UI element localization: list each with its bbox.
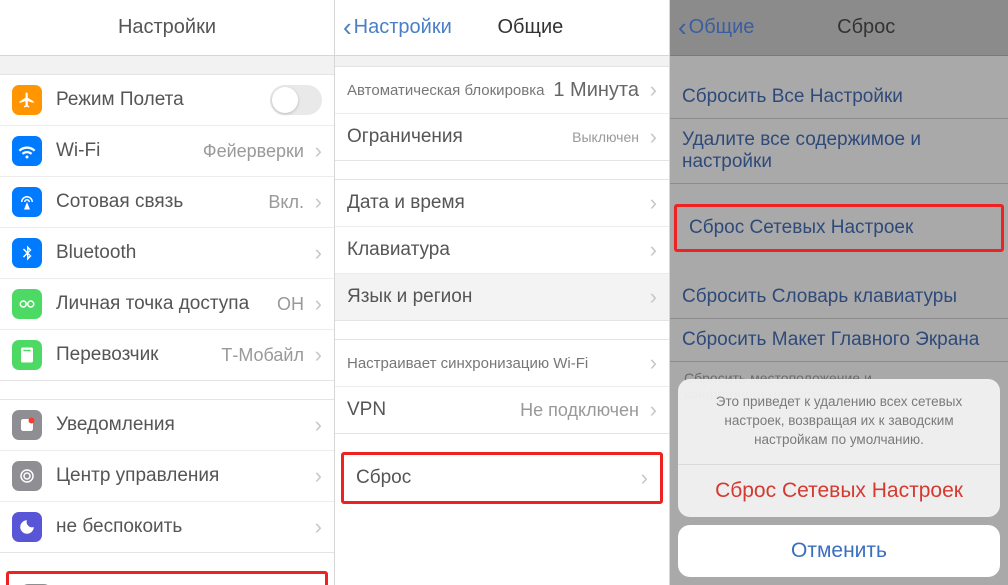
hotspot-label: Личная точка доступа (56, 293, 277, 315)
vpn-label: VPN (347, 399, 520, 421)
sheet-message: Это приведет к удалению всех сетевых нас… (678, 379, 1000, 464)
autolock-label: Автоматическая блокировка (347, 82, 553, 99)
wifisync-label: Настраивает синхронизацию Wi-Fi (347, 355, 643, 372)
hotspot-value: ОН (277, 294, 304, 315)
vpn-value: Не подключен (520, 400, 639, 421)
datetime-label: Дата и время (347, 192, 643, 214)
reset-home-label: Сбросить Макет Главного Экрана (682, 329, 996, 351)
row-reset-home[interactable]: Сбросить Макет Главного Экрана (670, 319, 1008, 362)
airplane-icon (12, 85, 42, 115)
chevron-right-icon: › (643, 350, 657, 376)
cellular-icon (12, 187, 42, 217)
restrictions-label: Ограничения (347, 126, 572, 148)
general-header: ‹Настройки Общие (335, 0, 669, 56)
control-center-label: Центр управления (56, 465, 308, 487)
hotspot-icon (12, 289, 42, 319)
chevron-left-icon: ‹ (343, 12, 352, 43)
action-sheet: Это приведет к удалению всех сетевых нас… (678, 379, 1000, 577)
row-autolock[interactable]: Автоматическая блокировка 1 Минута › (335, 67, 669, 114)
row-hotspot[interactable]: Личная точка доступа ОН › (0, 279, 334, 330)
reset-dict-label: Сбросить Словарь клавиатуры (682, 286, 996, 308)
reset-all-label: Сбросить Все Настройки (682, 86, 996, 108)
chevron-right-icon: › (643, 397, 657, 423)
wifi-value: Фейерверки (203, 141, 304, 162)
chevron-right-icon: › (308, 189, 322, 215)
wifi-icon (12, 136, 42, 166)
row-dnd[interactable]: не беспокоить › (0, 502, 334, 552)
notifications-label: Уведомления (56, 414, 308, 436)
settings-pane: Настройки Режим Полета Wi-Fi Фейерверки … (0, 0, 335, 585)
row-airplane[interactable]: Режим Полета (0, 75, 334, 126)
row-vpn[interactable]: VPN Не подключен › (335, 387, 669, 433)
row-reset-all[interactable]: Сбросить Все Настройки (670, 76, 1008, 119)
sheet-confirm-button[interactable]: Сброс Сетевых Настроек (678, 464, 1000, 517)
airplane-toggle[interactable] (270, 85, 322, 115)
chevron-right-icon: › (643, 284, 657, 310)
chevron-right-icon: › (308, 463, 322, 489)
row-keyboard[interactable]: Клавиатура › (335, 227, 669, 274)
row-wifi-sync[interactable]: Настраивает синхронизацию Wi-Fi › (335, 340, 669, 387)
general-title: Общие (392, 16, 669, 39)
general-list: Автоматическая блокировка 1 Минута › Огр… (335, 56, 669, 585)
row-carrier[interactable]: Перевозчик Т-Мобайл › (0, 330, 334, 380)
settings-list: Режим Полета Wi-Fi Фейерверки › Сотовая … (0, 56, 334, 585)
reset-pane: ‹Общие Сброс Сбросить Все Настройки Удал… (670, 0, 1008, 585)
control-center-icon (12, 461, 42, 491)
keyboard-label: Клавиатура (347, 239, 643, 261)
row-control-center[interactable]: Центр управления › (0, 451, 334, 502)
chevron-right-icon: › (308, 240, 322, 266)
row-cellular[interactable]: Сотовая связь Вкл. › (0, 177, 334, 228)
chevron-right-icon: › (308, 412, 322, 438)
restrictions-value: Выключен (572, 129, 639, 145)
langregion-label: Язык и регион (347, 286, 643, 308)
autolock-value: 1 Минута (553, 79, 639, 102)
reset-network-label: Сброс Сетевых Настроек (689, 217, 989, 239)
erase-all-label: Удалите все содержимое и настройки (682, 129, 996, 173)
settings-header: Настройки (0, 0, 334, 56)
row-reset-network[interactable]: Сброс Сетевых Настроек (677, 207, 1001, 249)
cellular-label: Сотовая связь (56, 191, 268, 213)
row-language-region[interactable]: Язык и регион › (335, 274, 669, 320)
row-erase-all[interactable]: Удалите все содержимое и настройки (670, 119, 1008, 184)
row-restrictions[interactable]: Ограничения Выключен › (335, 114, 669, 160)
row-wifi[interactable]: Wi-Fi Фейерверки › (0, 126, 334, 177)
chevron-right-icon: › (643, 77, 657, 103)
row-reset[interactable]: Сброс › (344, 455, 660, 501)
row-general[interactable]: Общие › (9, 574, 325, 585)
dnd-label: не беспокоить (56, 516, 308, 538)
dnd-icon (12, 512, 42, 542)
general-pane: ‹Настройки Общие Автоматическая блокиров… (335, 0, 670, 585)
carrier-label: Перевозчик (56, 344, 221, 366)
wifi-label: Wi-Fi (56, 140, 203, 162)
row-notifications[interactable]: Уведомления › (0, 400, 334, 451)
carrier-icon (12, 340, 42, 370)
row-bluetooth[interactable]: Bluetooth › (0, 228, 334, 279)
cellular-value: Вкл. (268, 192, 304, 213)
chevron-right-icon: › (634, 465, 648, 491)
settings-title: Настройки (0, 16, 334, 39)
chevron-right-icon: › (308, 291, 322, 317)
chevron-right-icon: › (308, 342, 322, 368)
reset-header: ‹Общие Сброс (670, 0, 1008, 56)
chevron-right-icon: › (643, 237, 657, 263)
chevron-right-icon: › (308, 514, 322, 540)
carrier-value: Т-Мобайл (221, 345, 304, 366)
row-reset-dictionary[interactable]: Сбросить Словарь клавиатуры (670, 276, 1008, 319)
reset-title: Сброс (724, 16, 1008, 39)
row-datetime[interactable]: Дата и время › (335, 180, 669, 227)
chevron-right-icon: › (308, 138, 322, 164)
sheet-cancel-button[interactable]: Отменить (678, 525, 1000, 577)
notifications-icon (12, 410, 42, 440)
bluetooth-icon (12, 238, 42, 268)
airplane-label: Режим Полета (56, 89, 270, 111)
reset-label: Сброс (356, 467, 634, 489)
chevron-right-icon: › (643, 190, 657, 216)
bluetooth-label: Bluetooth (56, 242, 308, 264)
chevron-left-icon: ‹ (678, 12, 687, 43)
chevron-right-icon: › (643, 124, 657, 150)
